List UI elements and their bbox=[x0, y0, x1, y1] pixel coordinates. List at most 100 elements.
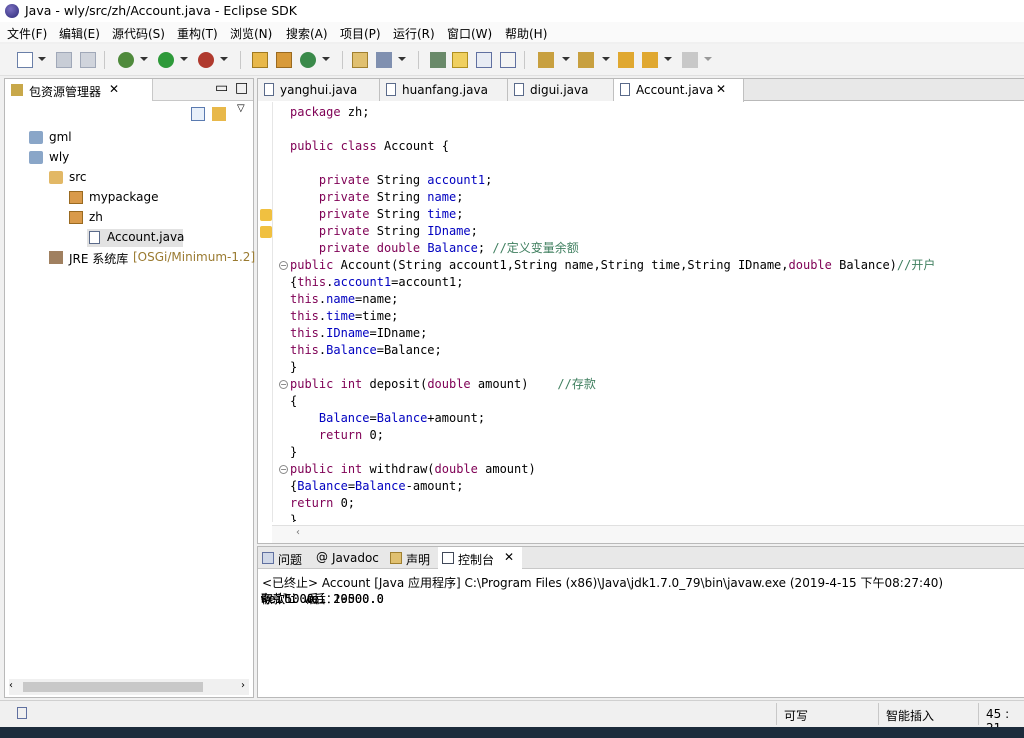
warning-icon bbox=[260, 209, 272, 221]
scroll-left-icon[interactable]: ‹ bbox=[9, 680, 13, 691]
package-explorer: 包资源管理器 ✕ ▭ □ ▽ gml wly src mypackage zh … bbox=[4, 78, 255, 698]
toggle-mark-occurrences-icon[interactable] bbox=[430, 52, 446, 68]
status-separator bbox=[776, 703, 777, 725]
chevron-down-icon[interactable] bbox=[664, 57, 672, 61]
toolbar-separator bbox=[418, 51, 419, 69]
declaration-icon bbox=[390, 552, 402, 564]
close-icon[interactable]: ✕ bbox=[716, 82, 726, 96]
new-package-icon[interactable] bbox=[276, 52, 292, 68]
tree-item-mypackage[interactable]: mypackage bbox=[69, 189, 189, 207]
tab-declaration[interactable]: 声明 bbox=[386, 547, 438, 569]
tab-account[interactable]: Account.java ✕ bbox=[614, 79, 744, 102]
toolbar-separator bbox=[240, 51, 241, 69]
explorer-tabstrip: 包资源管理器 ✕ ▭ □ bbox=[5, 79, 253, 101]
external-tools-icon[interactable] bbox=[198, 52, 214, 68]
tree-item-jre[interactable]: JRE 系统库 [OSGi/Minimum-1.2] bbox=[49, 249, 255, 267]
tab-javadoc[interactable]: @ Javadoc bbox=[312, 547, 386, 569]
close-icon[interactable]: ✕ bbox=[504, 550, 514, 564]
menu-edit[interactable]: 编辑(E) bbox=[57, 25, 102, 42]
scroll-thumb[interactable] bbox=[23, 682, 203, 692]
chevron-down-icon[interactable] bbox=[140, 57, 148, 61]
next-annotation-icon[interactable] bbox=[538, 52, 554, 68]
menu-search[interactable]: 搜索(A) bbox=[284, 25, 330, 42]
toolbar-separator bbox=[104, 51, 105, 69]
scroll-right-icon[interactable]: › bbox=[241, 680, 245, 691]
tab-yanghui[interactable]: yanghui.java bbox=[258, 79, 380, 101]
problems-icon bbox=[262, 552, 274, 564]
console-line: weili wei 19500.0 bbox=[261, 592, 384, 606]
menu-source[interactable]: 源代码(S) bbox=[110, 25, 167, 42]
editor-tabs: yanghui.java huanfang.java digui.java Ac… bbox=[258, 79, 1024, 102]
chevron-down-icon[interactable] bbox=[38, 57, 46, 61]
menu-refactor[interactable]: 重构(T) bbox=[175, 25, 220, 42]
forward-icon[interactable] bbox=[682, 52, 698, 68]
status-bar: 可写 智能插入 45 : 21 bbox=[0, 700, 1024, 735]
menu-run[interactable]: 运行(R) bbox=[391, 25, 437, 42]
editor-hscroll[interactable]: ‹ bbox=[272, 525, 1024, 543]
fold-icon[interactable]: − bbox=[279, 380, 288, 389]
editor-ruler bbox=[272, 102, 273, 522]
menu-file[interactable]: 文件(F) bbox=[5, 25, 49, 42]
close-icon[interactable]: ✕ bbox=[109, 82, 119, 96]
chevron-down-icon[interactable] bbox=[602, 57, 610, 61]
run-icon[interactable] bbox=[158, 52, 174, 68]
package-icon bbox=[69, 191, 83, 204]
minimize-icon[interactable]: ▭ bbox=[215, 80, 228, 96]
tab-console[interactable]: 控制台 ✕ bbox=[438, 547, 522, 569]
previous-annotation-icon[interactable] bbox=[578, 52, 594, 68]
new-java-project-icon[interactable] bbox=[252, 52, 268, 68]
explorer-hscroll[interactable]: ‹ › bbox=[9, 679, 249, 695]
status-insert-mode: 智能插入 bbox=[886, 709, 935, 723]
back-icon[interactable] bbox=[642, 52, 658, 68]
collapse-all-icon[interactable] bbox=[191, 107, 205, 121]
menu-project[interactable]: 项目(P) bbox=[338, 25, 383, 42]
code-editor: yanghui.java huanfang.java digui.java Ac… bbox=[257, 78, 1024, 544]
main-toolbar bbox=[0, 44, 1024, 76]
fast-view-icon[interactable] bbox=[17, 707, 27, 719]
tree-item-account-java[interactable]: Account.java bbox=[87, 229, 184, 247]
scroll-left-icon[interactable]: ‹ bbox=[296, 527, 300, 538]
status-separator bbox=[878, 703, 879, 725]
last-edit-icon[interactable] bbox=[618, 52, 634, 68]
debug-icon[interactable] bbox=[118, 52, 134, 68]
highlight-icon[interactable] bbox=[452, 52, 468, 68]
chevron-down-icon[interactable] bbox=[220, 57, 228, 61]
new-icon[interactable] bbox=[17, 52, 33, 68]
fold-icon[interactable]: − bbox=[279, 465, 288, 474]
fold-icon[interactable]: − bbox=[279, 261, 288, 270]
chevron-down-icon[interactable] bbox=[398, 57, 406, 61]
menu-navigate[interactable]: 浏览(N) bbox=[228, 25, 274, 42]
warning-icon bbox=[260, 226, 272, 238]
tab-huanfang[interactable]: huanfang.java bbox=[380, 79, 508, 101]
tab-digui[interactable]: digui.java bbox=[508, 79, 614, 101]
console-tabs: 问题 @ Javadoc 声明 控制台 ✕ bbox=[258, 547, 1024, 569]
chevron-down-icon[interactable] bbox=[180, 57, 188, 61]
menu-bar: 文件(F) 编辑(E) 源代码(S) 重构(T) 浏览(N) 搜索(A) 项目(… bbox=[0, 22, 1024, 42]
maximize-icon[interactable]: □ bbox=[235, 80, 248, 96]
menu-help[interactable]: 帮助(H) bbox=[503, 25, 549, 42]
save-icon[interactable] bbox=[56, 52, 72, 68]
chevron-down-icon[interactable] bbox=[704, 57, 712, 61]
tree-item-wly[interactable]: wly bbox=[29, 149, 149, 167]
os-taskbar bbox=[0, 727, 1024, 738]
toolbar-separator bbox=[524, 51, 525, 69]
block-selection-icon[interactable] bbox=[476, 52, 492, 68]
java-file-icon bbox=[386, 83, 396, 96]
menu-window[interactable]: 窗口(W) bbox=[445, 25, 494, 42]
tree-item-gml[interactable]: gml bbox=[29, 129, 149, 147]
new-class-icon[interactable] bbox=[300, 52, 316, 68]
link-with-editor-icon[interactable] bbox=[212, 107, 226, 121]
tab-package-explorer[interactable]: 包资源管理器 ✕ bbox=[5, 79, 153, 101]
tab-problems[interactable]: 问题 bbox=[258, 547, 312, 569]
toolbar-separator bbox=[342, 51, 343, 69]
print-icon[interactable] bbox=[80, 52, 96, 68]
tree-item-zh[interactable]: zh bbox=[69, 209, 189, 227]
open-type-icon[interactable] bbox=[352, 52, 368, 68]
show-whitespace-icon[interactable] bbox=[500, 52, 516, 68]
java-file-icon bbox=[514, 83, 524, 96]
view-menu-icon[interactable]: ▽ bbox=[237, 103, 245, 114]
tree-item-src[interactable]: src bbox=[49, 169, 169, 187]
search-icon[interactable] bbox=[376, 52, 392, 68]
chevron-down-icon[interactable] bbox=[322, 57, 330, 61]
chevron-down-icon[interactable] bbox=[562, 57, 570, 61]
